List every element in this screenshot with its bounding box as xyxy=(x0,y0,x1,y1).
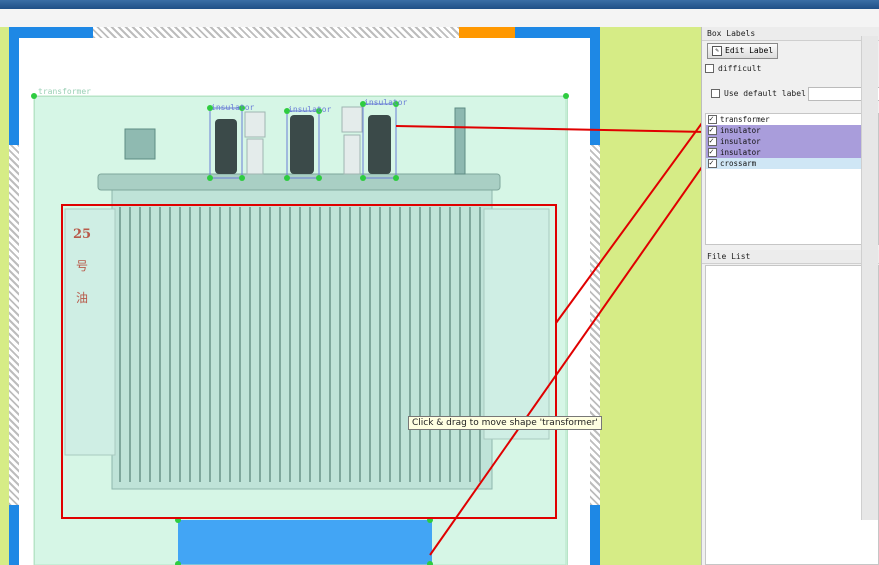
annotation-canvas[interactable]: transformer insulator insulator insulato… xyxy=(0,27,701,565)
label-list[interactable]: transformer insulator insulator insulato… xyxy=(705,113,879,245)
label-insulator-text-3: insulator xyxy=(364,98,408,107)
base-blue-shape xyxy=(178,520,432,565)
right-panel-shape xyxy=(483,208,550,440)
label-list-item-text: transformer xyxy=(720,115,770,124)
use-default-label-text: Use default label xyxy=(724,89,806,98)
label-list-item[interactable]: crossarm xyxy=(706,157,878,169)
top-plate-shape xyxy=(97,173,501,191)
move-shape-tooltip: Click & drag to move shape 'transformer' xyxy=(408,416,602,430)
label-list-item[interactable]: insulator xyxy=(706,124,878,136)
difficult-row[interactable]: difficult xyxy=(705,64,761,73)
edit-label-text: Edit Label xyxy=(725,46,774,55)
label-transformer-text: transformer xyxy=(38,87,91,96)
label-insulator-text-1: insulator xyxy=(211,103,255,112)
window-titlebar xyxy=(0,0,879,9)
label-list-item-text: insulator xyxy=(720,137,761,146)
right-sidebar: Box Labels ✎ Edit Label difficult Use de… xyxy=(701,27,879,565)
oil-mark-25: 25 xyxy=(73,227,92,242)
label-insulator-text-2: insulator xyxy=(288,105,332,114)
conservator-pipe-shape xyxy=(454,107,466,175)
file-list[interactable] xyxy=(705,265,879,565)
box-labels-title: Box Labels xyxy=(702,27,879,41)
edit-label-button[interactable]: ✎ Edit Label xyxy=(707,43,779,59)
difficult-text: difficult xyxy=(718,64,762,73)
label-list-item[interactable]: insulator xyxy=(706,146,878,158)
use-default-label-checkbox[interactable] xyxy=(711,89,720,98)
valve-shape xyxy=(124,128,156,160)
label-visible-checkbox[interactable] xyxy=(708,135,717,146)
use-default-label-row[interactable]: Use default label xyxy=(711,89,806,98)
label-list-item-text: insulator xyxy=(720,126,761,135)
label-list-item[interactable]: insulator xyxy=(706,135,878,147)
toolbar-strip xyxy=(0,9,879,28)
oil-mark-hao: 号 xyxy=(76,259,89,273)
label-list-item[interactable]: transformer xyxy=(706,113,878,125)
sidebar-scrollbar[interactable] xyxy=(861,36,878,520)
label-visible-checkbox[interactable] xyxy=(708,124,717,135)
label-visible-checkbox[interactable] xyxy=(708,157,717,168)
left-panel-shape xyxy=(64,208,116,456)
oil-mark-you: 油 xyxy=(76,291,89,305)
edit-icon: ✎ xyxy=(712,46,722,56)
insulator-shapes xyxy=(215,115,391,174)
label-visible-checkbox[interactable] xyxy=(708,113,717,124)
label-visible-checkbox[interactable] xyxy=(708,146,717,157)
file-list-title: File List xyxy=(702,250,879,264)
annotation-overlay xyxy=(31,93,701,565)
label-list-item-text: crossarm xyxy=(720,159,757,168)
difficult-checkbox[interactable] xyxy=(705,64,714,73)
label-list-item-text: insulator xyxy=(720,148,761,157)
